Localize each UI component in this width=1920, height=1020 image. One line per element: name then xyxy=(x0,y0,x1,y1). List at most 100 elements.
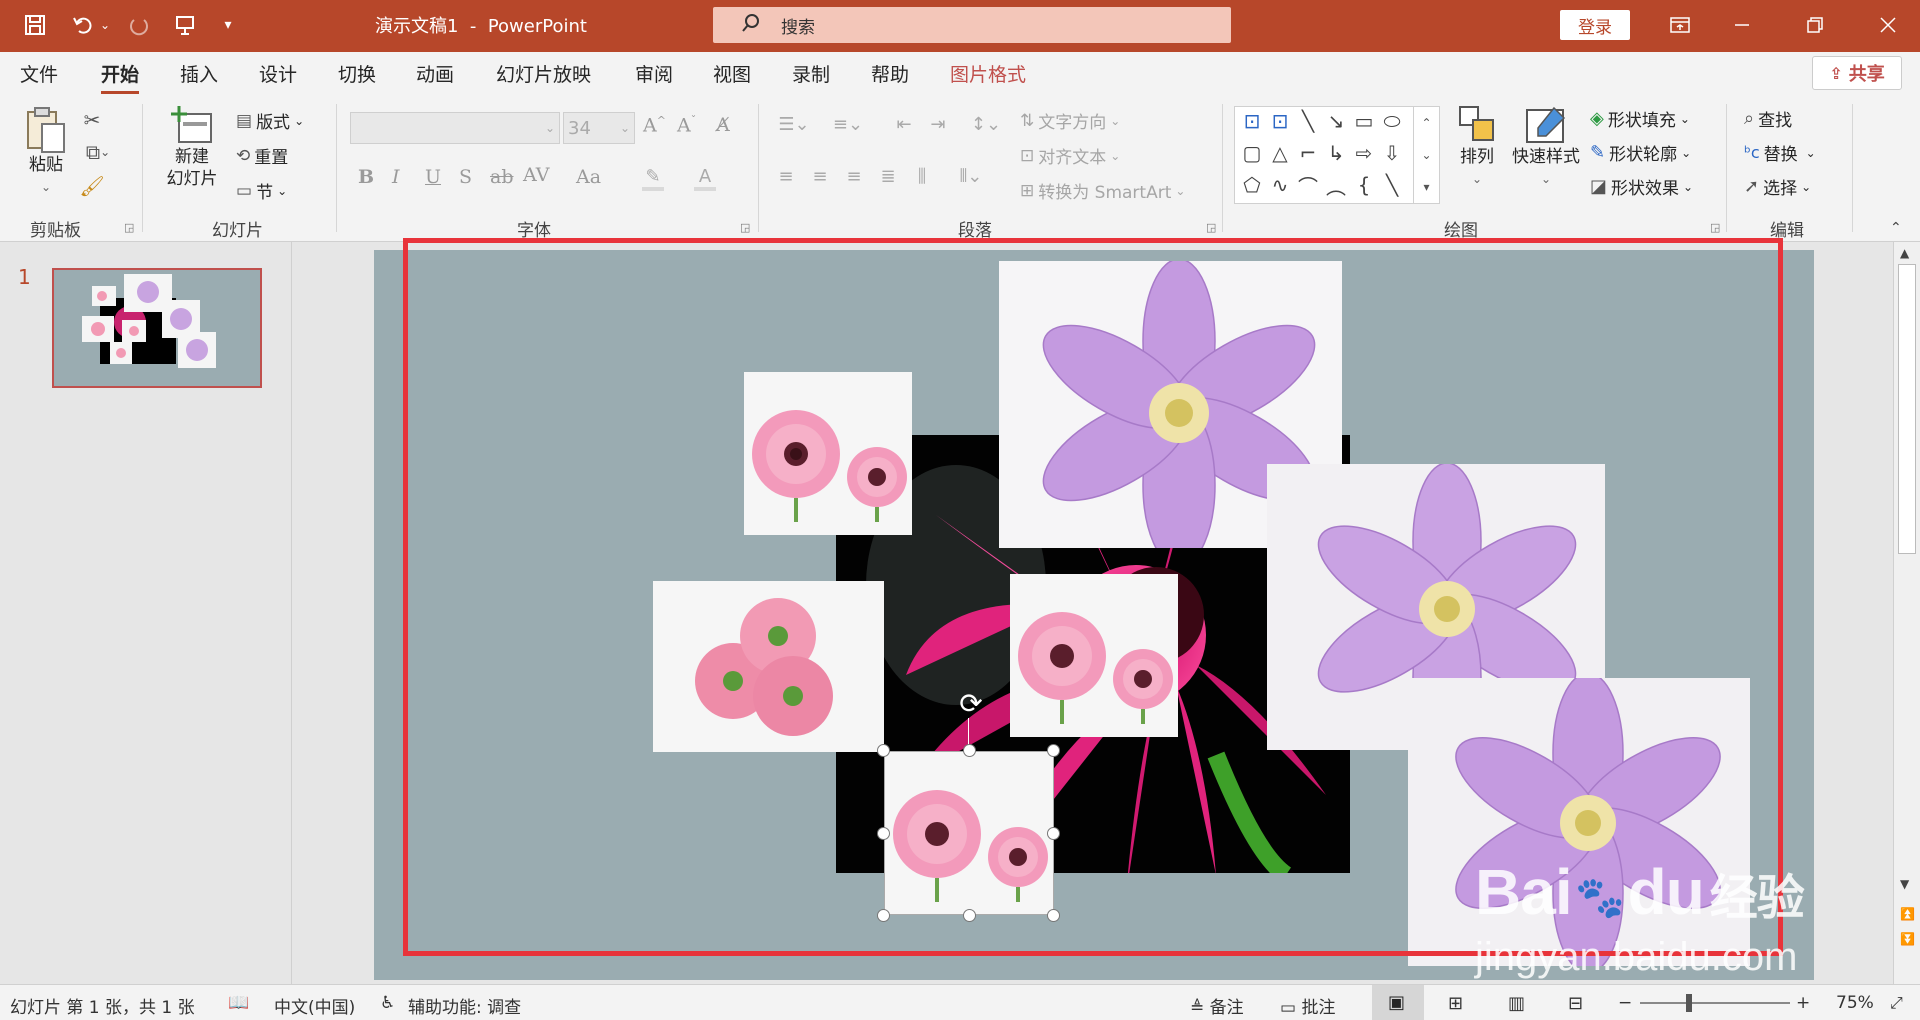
line-spacing-icon[interactable]: ↕⌄ xyxy=(964,114,1008,135)
restore-icon[interactable] xyxy=(1795,10,1835,40)
resize-handle[interactable] xyxy=(1047,827,1060,840)
customize-icon[interactable]: ▾ xyxy=(218,12,238,38)
curve-shape-icon[interactable]: ︵ xyxy=(1323,173,1349,199)
undo-icon[interactable] xyxy=(70,12,96,38)
slideshow-view-icon[interactable]: ⊟ xyxy=(1568,993,1583,1014)
fit-slide-icon[interactable]: ⤢ xyxy=(1890,993,1903,1013)
clipboard-launcher-icon[interactable]: ◲ xyxy=(124,221,134,234)
zoom-slider[interactable] xyxy=(1640,1002,1790,1004)
increase-indent-icon[interactable]: ⇥ xyxy=(924,114,952,135)
resize-handle[interactable] xyxy=(877,744,890,757)
tab-file[interactable]: 文件 xyxy=(20,60,58,87)
section-button[interactable]: ▭ 节 ⌄ xyxy=(236,178,287,204)
replace-button[interactable]: ᵇc 替换 ⌄ xyxy=(1744,140,1816,165)
arrange-button[interactable]: 排列 ⌄ xyxy=(1450,104,1504,190)
resize-handle[interactable] xyxy=(1047,909,1060,922)
vertical-text-box-icon[interactable]: ⊡ xyxy=(1267,109,1293,133)
resize-handle[interactable] xyxy=(963,744,976,757)
zoom-level[interactable]: 75% xyxy=(1836,993,1874,1013)
spellcheck-icon[interactable]: 📖 xyxy=(228,993,249,1013)
paragraph-launcher-icon[interactable]: ◲ xyxy=(1206,221,1216,234)
shape-fill-button[interactable]: ◈ 形状填充 ⌄ xyxy=(1590,106,1690,131)
tab-home[interactable]: 开始 xyxy=(101,60,140,94)
columns-icon[interactable]: ⫴⌄ xyxy=(950,166,992,187)
italic-button[interactable]: I xyxy=(392,166,400,188)
right-arrow-shape-icon[interactable]: ⇨ xyxy=(1351,141,1377,165)
close-icon[interactable] xyxy=(1868,10,1908,40)
scroll-up-icon[interactable]: ▲ xyxy=(1900,246,1909,260)
picture-pink-gerbera-pair-2[interactable] xyxy=(1010,574,1178,737)
present-icon[interactable] xyxy=(172,12,198,38)
pentagon-shape-icon[interactable]: ⬠ xyxy=(1239,173,1265,197)
rounded-rect-shape-icon[interactable]: ▢ xyxy=(1239,141,1265,165)
tab-design[interactable]: 设计 xyxy=(259,60,297,87)
text-box-icon[interactable]: ⊡ xyxy=(1239,109,1265,133)
cut-icon[interactable]: ✂ xyxy=(80,108,104,132)
tab-animations[interactable]: 动画 xyxy=(416,60,454,87)
tab-help[interactable]: 帮助 xyxy=(871,60,909,87)
distributed-icon[interactable]: ⫼ xyxy=(908,166,936,187)
align-right-icon[interactable]: ≡ xyxy=(840,166,868,187)
language-indicator[interactable]: 中文(中国) xyxy=(274,993,355,1018)
freeform-shape-icon[interactable]: ∿ xyxy=(1267,173,1293,197)
arrow-shape-icon[interactable]: ↘ xyxy=(1323,109,1349,133)
gallery-more-icon[interactable]: ▾ xyxy=(1423,180,1429,194)
quick-styles-button[interactable]: 快速样式 ⌄ xyxy=(1508,104,1584,190)
clear-format-icon[interactable]: A̸ xyxy=(716,114,730,136)
resize-handle[interactable] xyxy=(963,909,976,922)
redo-icon[interactable] xyxy=(126,12,152,38)
tab-insert[interactable]: 插入 xyxy=(180,60,218,87)
highlight-color-icon[interactable]: ✎ xyxy=(638,164,668,192)
triangle-shape-icon[interactable]: △ xyxy=(1267,141,1293,165)
bullets-icon[interactable]: ☰⌄ xyxy=(772,114,816,135)
char-spacing-button[interactable]: AV xyxy=(523,164,550,186)
next-slide-icon[interactable]: ⏬ xyxy=(1900,932,1915,946)
gallery-down-icon[interactable]: ⌄ xyxy=(1421,148,1431,162)
collapse-ribbon-icon[interactable]: ⌃ xyxy=(1890,220,1902,236)
slide-sorter-icon[interactable]: ⊞ xyxy=(1448,993,1463,1014)
scroll-down-icon[interactable]: ▼ xyxy=(1900,877,1909,891)
font-launcher-icon[interactable]: ◲ xyxy=(740,221,750,234)
find-button[interactable]: ⌕ 查找 xyxy=(1744,106,1792,131)
drawing-launcher-icon[interactable]: ◲ xyxy=(1710,221,1720,234)
tab-record[interactable]: 录制 xyxy=(792,60,830,87)
align-center-icon[interactable]: ≡ xyxy=(806,166,834,187)
resize-handle[interactable] xyxy=(877,827,890,840)
shape-outline-button[interactable]: ✎ 形状轮廓 ⌄ xyxy=(1590,140,1691,165)
align-text-button[interactable]: ⊡ 对齐文本 ⌄ xyxy=(1020,143,1120,169)
grow-font-icon[interactable]: A^ xyxy=(643,114,666,136)
strikethrough-button[interactable]: ab xyxy=(490,166,514,188)
change-case-button[interactable]: Aa xyxy=(576,166,601,188)
layout-button[interactable]: ▤ 版式 ⌄ xyxy=(236,108,304,134)
down-arrow-shape-icon[interactable]: ⇩ xyxy=(1379,141,1405,165)
tab-view[interactable]: 视图 xyxy=(713,60,751,87)
select-button[interactable]: ➚ 选择 ⌄ xyxy=(1744,174,1811,199)
login-button[interactable]: 登录 xyxy=(1560,10,1630,40)
line2-shape-icon[interactable]: ╲ xyxy=(1379,173,1405,197)
picture-pink-gerbera-selected[interactable] xyxy=(884,751,1054,915)
shape-effects-button[interactable]: ◪ 形状效果 ⌄ xyxy=(1590,174,1693,199)
bold-button[interactable]: B xyxy=(358,166,374,188)
justify-icon[interactable]: ≣ xyxy=(874,166,902,187)
tab-picture-format[interactable]: 图片格式 xyxy=(950,60,1026,87)
underline-button[interactable]: U xyxy=(425,166,441,188)
vertical-scrollbar[interactable]: ▲ ▼ ⏫ ⏬ xyxy=(1893,242,1920,984)
resize-handle[interactable] xyxy=(1047,744,1060,757)
shapes-gallery[interactable]: ⊡ ⊡ ╲ ↘ ▭ ⬭ ▢ △ ⌐ ↳ ⇨ ⇩ ⬠ ∿ ⌒ ︵ { ╲ ⌃ ⌄ … xyxy=(1234,106,1440,204)
search-box[interactable]: 搜索 xyxy=(713,7,1231,43)
slide-thumbnail[interactable] xyxy=(52,268,262,388)
normal-view-button[interactable]: ▣ xyxy=(1372,985,1424,1020)
tab-review[interactable]: 审阅 xyxy=(635,60,673,87)
minimize-icon[interactable] xyxy=(1722,10,1762,40)
decrease-indent-icon[interactable]: ⇤ xyxy=(890,114,918,135)
resize-handle[interactable] xyxy=(877,909,890,922)
notes-button[interactable]: ≜ 备注 xyxy=(1190,993,1244,1018)
oval-shape-icon[interactable]: ⬭ xyxy=(1379,109,1405,133)
numbering-icon[interactable]: ≡⌄ xyxy=(826,114,870,135)
new-slide-button[interactable]: 新建 幻灯片 xyxy=(152,104,232,190)
font-color-icon[interactable]: A xyxy=(690,164,720,192)
zoom-slider-thumb[interactable] xyxy=(1686,994,1692,1012)
elbow-arrow-icon[interactable]: ↳ xyxy=(1323,141,1349,165)
scroll-thumb[interactable] xyxy=(1898,264,1916,554)
share-button[interactable]: ⇪ 共享 xyxy=(1812,56,1902,90)
